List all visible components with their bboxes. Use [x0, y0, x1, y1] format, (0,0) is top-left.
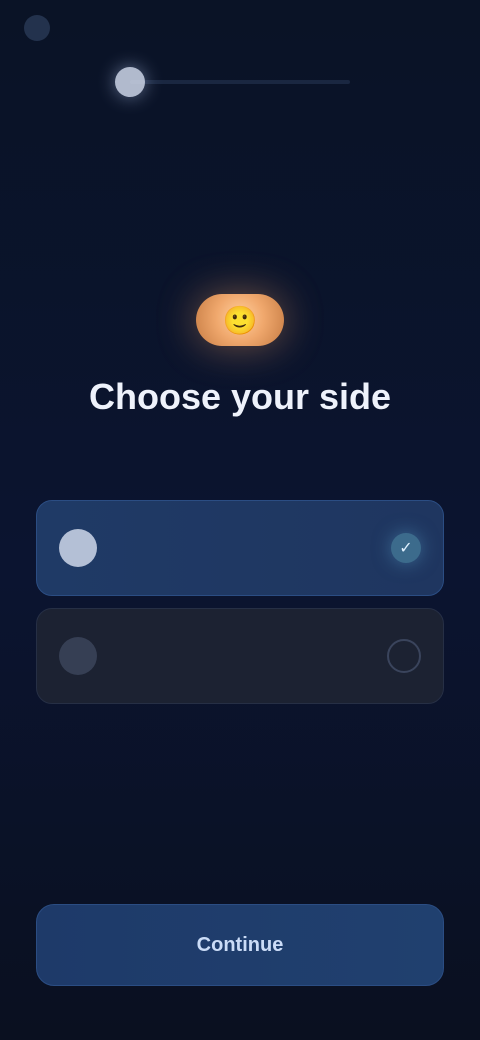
progress-track	[115, 67, 350, 97]
option-1-icon	[59, 529, 97, 567]
option-2-icon	[59, 637, 97, 675]
option-card-2[interactable]	[36, 608, 444, 704]
option-2-radio-icon[interactable]	[387, 639, 421, 673]
page-title: Choose your side	[88, 376, 392, 417]
back-button[interactable]	[24, 15, 60, 41]
progress-indicator	[115, 67, 350, 97]
option-card-1[interactable]: ✓	[36, 500, 444, 596]
continue-button[interactable]: Continue	[36, 904, 444, 986]
back-icon	[24, 15, 50, 41]
option-1-radio-icon[interactable]: ✓	[391, 533, 421, 563]
badge-emoji: 🙂	[222, 304, 258, 336]
hero-badge: 🙂	[196, 294, 284, 346]
option-1-check: ✓	[399, 540, 413, 557]
progress-dot	[115, 67, 145, 97]
top-bar	[24, 14, 456, 42]
